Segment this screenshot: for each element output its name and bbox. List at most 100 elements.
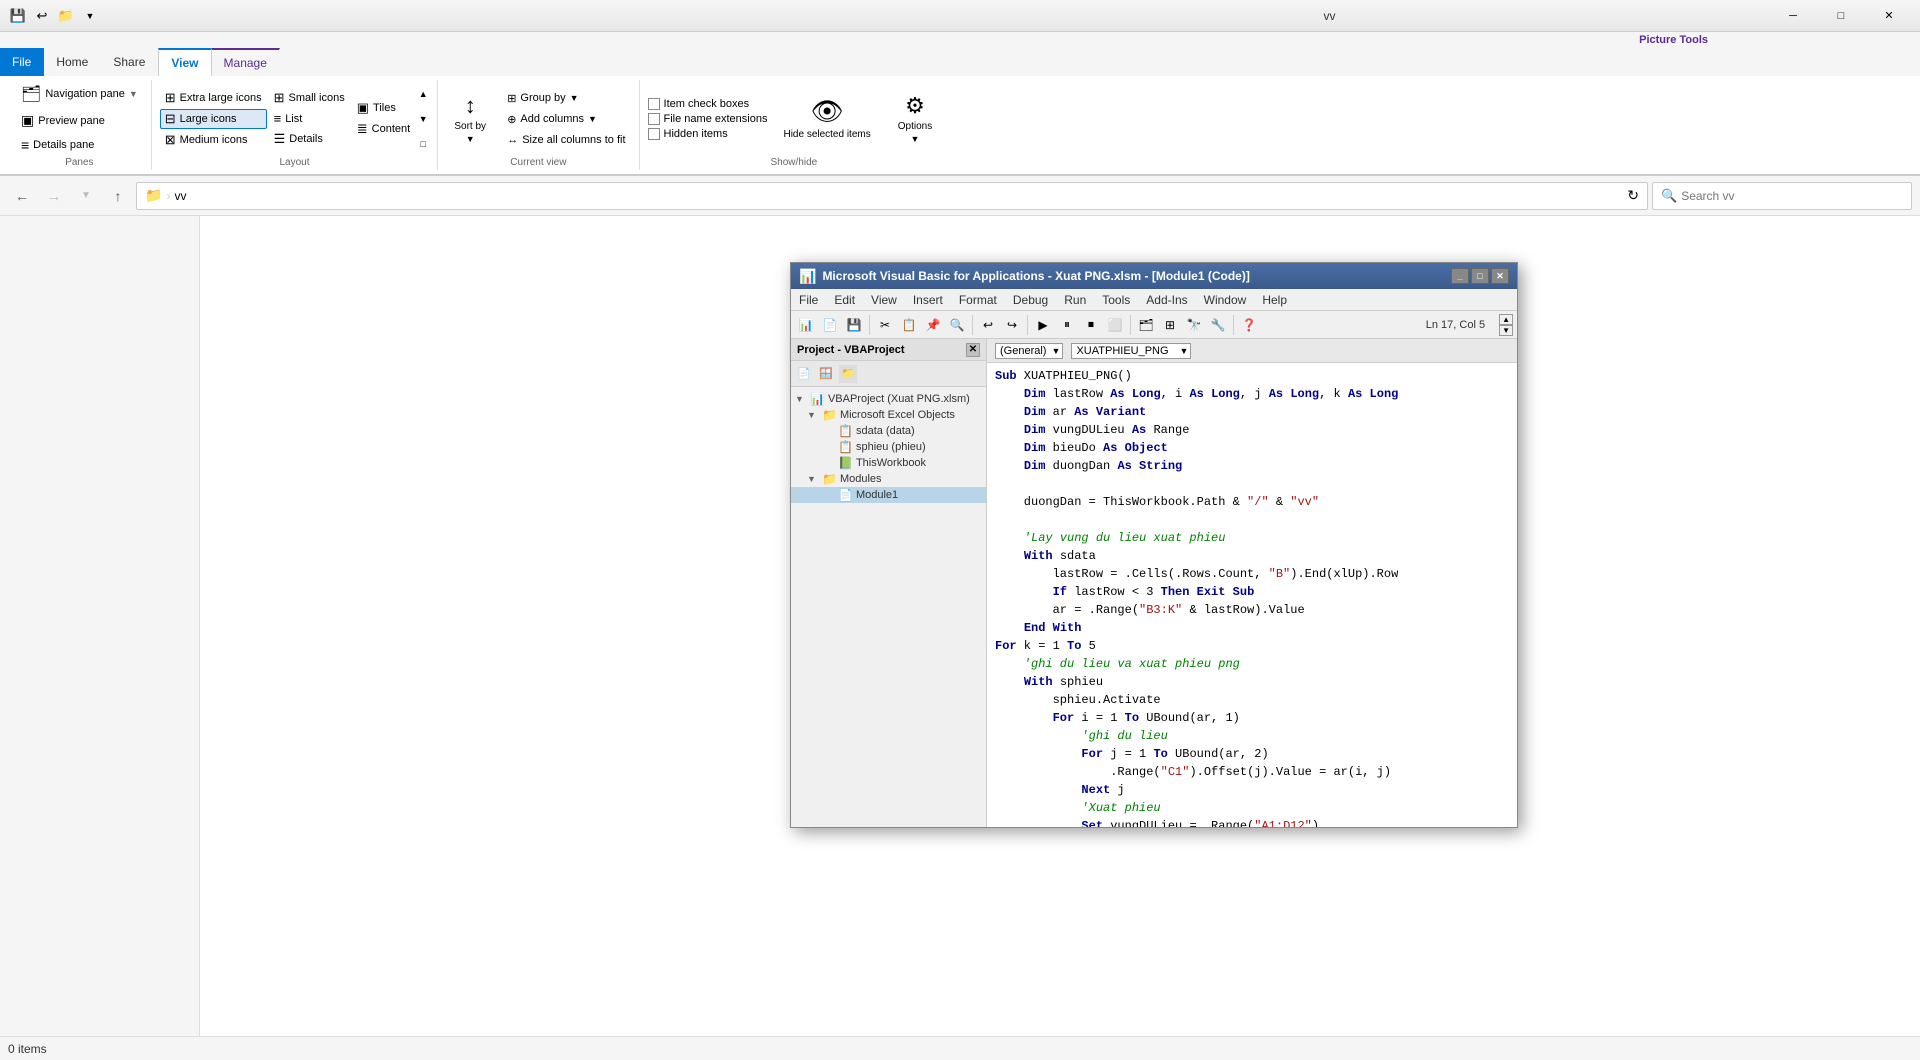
- tree-sdata[interactable]: 📋 sdata (data): [791, 423, 986, 439]
- tree-toggle-excel[interactable]: ▼: [807, 410, 819, 420]
- group-by-btn[interactable]: ⊞ Group by ▼: [502, 90, 630, 107]
- forward-btn[interactable]: →: [40, 182, 68, 210]
- vba-maximize-btn[interactable]: □: [1471, 268, 1489, 284]
- tree-thisworkbook[interactable]: 📗 ThisWorkbook: [791, 455, 986, 471]
- vba-menu-run[interactable]: Run: [1056, 291, 1094, 309]
- vba-pos-down[interactable]: ▼: [1499, 325, 1513, 336]
- options-btn[interactable]: ⚙ Options ▼: [890, 91, 940, 146]
- address-refresh-btn[interactable]: ↻: [1627, 187, 1639, 204]
- vba-menu-debug[interactable]: Debug: [1005, 291, 1056, 309]
- vba-tb-paste[interactable]: 📌: [922, 314, 944, 336]
- vba-pos-up[interactable]: ▲: [1499, 314, 1513, 325]
- tab-home[interactable]: Home: [44, 48, 101, 76]
- vba-tb-project-explorer[interactable]: 🗂: [1135, 314, 1157, 336]
- vba-close-btn[interactable]: ✕: [1491, 268, 1509, 284]
- tree-vbaproject[interactable]: ▼ 📊 VBAProject (Xuat PNG.xlsm): [791, 391, 986, 407]
- vba-menu-tools[interactable]: Tools: [1094, 291, 1138, 309]
- vba-tb-help[interactable]: ❓: [1238, 314, 1260, 336]
- vba-menu-view[interactable]: View: [863, 291, 905, 309]
- vba-menu-file[interactable]: File: [791, 291, 826, 309]
- vba-tb-break[interactable]: ⏸: [1056, 314, 1078, 336]
- vba-menu-format[interactable]: Format: [951, 291, 1005, 309]
- vba-tb-toolbox[interactable]: 🔧: [1207, 314, 1229, 336]
- vba-tb-view-excel[interactable]: 📊: [795, 314, 817, 336]
- object-dropdown[interactable]: (General) ▼: [995, 343, 1063, 359]
- vba-tb-redo[interactable]: ↪: [1001, 314, 1023, 336]
- hide-selected-items-btn[interactable]: 👁 Hide selected items: [777, 94, 876, 143]
- proj-view-code[interactable]: 📄: [795, 365, 813, 383]
- vba-tb-object-browser[interactable]: 🔭: [1183, 314, 1205, 336]
- vba-menu-insert[interactable]: Insert: [905, 291, 951, 309]
- vba-tb-undo[interactable]: ↩: [977, 314, 999, 336]
- back-btn[interactable]: ←: [8, 182, 36, 210]
- code-pane: (General) ▼ XUATPHIEU_PNG ▼ Sub XUATPHIE…: [987, 339, 1517, 827]
- tree-module1[interactable]: 📄 Module1: [791, 487, 986, 503]
- tree-sphieu[interactable]: 📋 sphieu (phieu): [791, 439, 986, 455]
- proj-view-object[interactable]: 🪟: [817, 365, 835, 383]
- small-icons-btn[interactable]: ⊞ Small icons: [269, 88, 350, 108]
- layout-expand[interactable]: □: [417, 139, 429, 149]
- search-input[interactable]: [1681, 189, 1903, 203]
- file-name-ext-box[interactable]: [648, 113, 660, 125]
- tiles-btn[interactable]: ▣ Tiles: [352, 98, 415, 118]
- large-icons-btn[interactable]: ⊟ Large icons: [160, 109, 267, 129]
- proc-dropdown[interactable]: XUATPHIEU_PNG ▼: [1071, 343, 1191, 359]
- vba-tb-copy[interactable]: 📋: [898, 314, 920, 336]
- tree-toggle-modules[interactable]: ▼: [807, 474, 819, 484]
- close-btn[interactable]: ✕: [1866, 2, 1912, 30]
- layout-scroll-up[interactable]: ▲: [417, 89, 429, 99]
- medium-icons-btn[interactable]: ⊠ Medium icons: [160, 130, 267, 150]
- details-pane-btn[interactable]: ≡ Details pane: [16, 135, 99, 155]
- vba-tb-cut[interactable]: ✂: [874, 314, 896, 336]
- code-line-12: lastRow = .Cells(.Rows.Count, "B").End(x…: [995, 565, 1509, 583]
- item-check-boxes-box[interactable]: [648, 98, 660, 110]
- qat-dropdown[interactable]: ▼: [80, 6, 100, 26]
- save-qat-btn[interactable]: 💾: [8, 6, 28, 26]
- project-pane-close-btn[interactable]: ✕: [966, 343, 980, 357]
- hidden-items-box[interactable]: [648, 128, 660, 140]
- vba-tb-find[interactable]: 🔍: [946, 314, 968, 336]
- vba-tb-insert-module[interactable]: 📄: [819, 314, 841, 336]
- vba-minimize-btn[interactable]: _: [1451, 268, 1469, 284]
- folder-qat-btn[interactable]: 📁: [56, 6, 76, 26]
- extra-large-icons-btn[interactable]: ⊞ Extra large icons: [160, 88, 267, 108]
- maximize-btn[interactable]: □: [1818, 2, 1864, 30]
- vba-menu-window[interactable]: Window: [1196, 291, 1255, 309]
- preview-pane-btn[interactable]: ▣ Preview pane: [16, 110, 110, 131]
- vba-tb-save[interactable]: 💾: [843, 314, 865, 336]
- sort-by-btn[interactable]: ↕ Sort by ▼: [446, 91, 494, 146]
- size-all-columns-btn[interactable]: ↔ Size all columns to fit: [502, 132, 630, 148]
- tab-share[interactable]: Share: [101, 48, 158, 76]
- item-check-boxes-chk[interactable]: Item check boxes: [648, 98, 768, 110]
- tab-view[interactable]: View: [158, 48, 211, 76]
- content-btn[interactable]: ≣ Content: [352, 119, 415, 139]
- tab-file[interactable]: File: [0, 48, 44, 76]
- tree-excel-objects[interactable]: ▼ 📁 Microsoft Excel Objects: [791, 407, 986, 423]
- vba-tb-run[interactable]: ▶: [1032, 314, 1054, 336]
- search-bar[interactable]: 🔍: [1652, 182, 1912, 210]
- tree-toggle-root[interactable]: ▼: [795, 394, 807, 404]
- vba-tb-properties[interactable]: ⊞: [1159, 314, 1181, 336]
- add-columns-btn[interactable]: ⊕ Add columns ▼: [502, 111, 630, 128]
- file-name-ext-chk[interactable]: File name extensions: [648, 113, 768, 125]
- tree-modules[interactable]: ▼ 📁 Modules: [791, 471, 986, 487]
- up-btn[interactable]: ↑: [104, 182, 132, 210]
- code-body[interactable]: Sub XUATPHIEU_PNG() Dim lastRow As Long,…: [987, 363, 1517, 827]
- tab-manage[interactable]: Manage: [212, 48, 280, 76]
- proj-toggle-folders[interactable]: 📁: [839, 365, 857, 383]
- address-bar[interactable]: 📁 › vv ↻: [136, 182, 1648, 210]
- recent-btn[interactable]: ▼: [72, 182, 100, 210]
- navigation-pane-btn[interactable]: 🗂 Navigation pane ▼: [16, 82, 143, 106]
- list-btn[interactable]: ≡ List: [269, 109, 350, 128]
- vba-tb-design-mode[interactable]: ⬜: [1104, 314, 1126, 336]
- vba-tb-stop[interactable]: ⏹: [1080, 314, 1102, 336]
- vba-menu-addins[interactable]: Add-Ins: [1138, 291, 1195, 309]
- undo-qat-btn[interactable]: ↩: [32, 6, 52, 26]
- ribbon-tabs: File Home Share View Manage: [0, 48, 1920, 76]
- minimize-btn[interactable]: ─: [1770, 2, 1816, 30]
- vba-menu-edit[interactable]: Edit: [826, 291, 863, 309]
- vba-menu-help[interactable]: Help: [1254, 291, 1295, 309]
- details-btn[interactable]: ☰ Details: [269, 129, 350, 149]
- hidden-items-chk[interactable]: Hidden items: [648, 128, 768, 140]
- layout-scroll-down[interactable]: ▼: [417, 114, 429, 124]
